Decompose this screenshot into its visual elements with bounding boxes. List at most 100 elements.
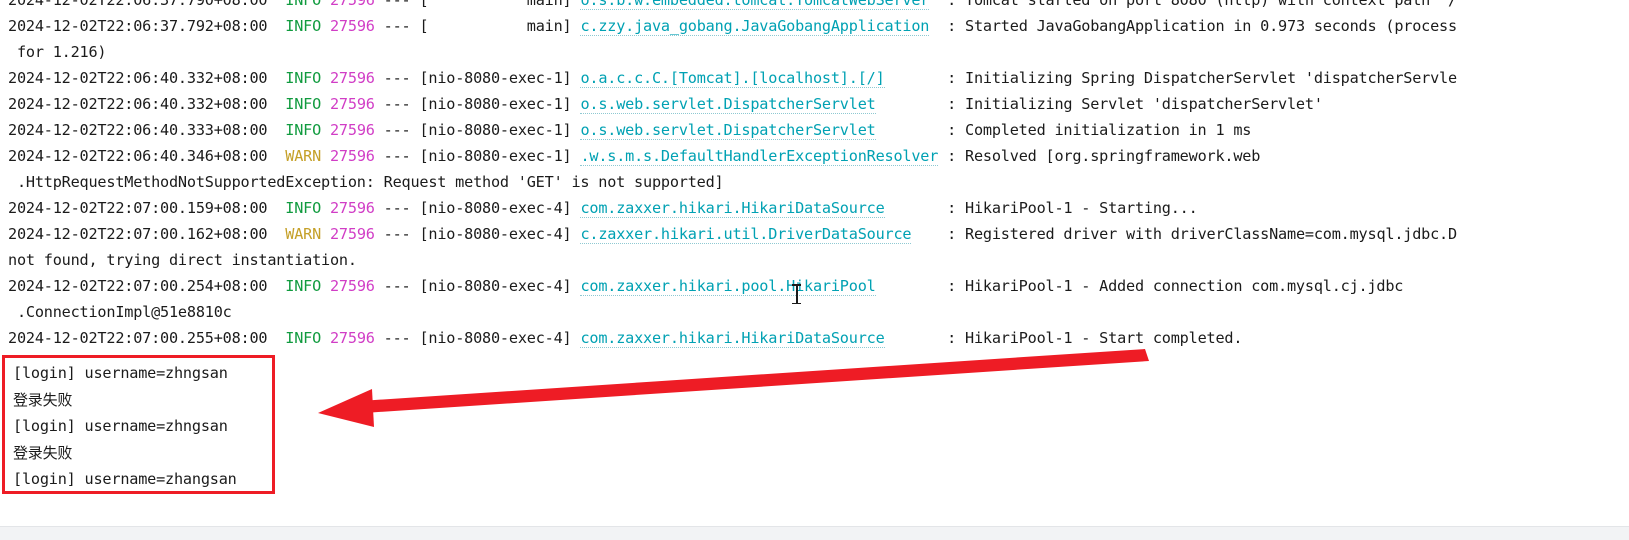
- log-logger-name: o.s.web.servlet.DispatcherServlet: [580, 121, 876, 140]
- log-message: .HttpRequestMethodNotSupportedException:…: [8, 173, 724, 191]
- log-message: HikariPool-1 - Added connection com.mysq…: [965, 277, 1404, 295]
- log-colon-separator: :: [929, 0, 966, 9]
- log-level: INFO: [285, 121, 330, 139]
- log-pid: 27596: [329, 69, 384, 87]
- log-message: Registered driver with driverClassName=c…: [965, 225, 1457, 243]
- log-message: .ConnectionImpl@51e8810c: [8, 303, 232, 321]
- log-colon-separator: :: [884, 329, 966, 347]
- log-thread: [nio-8080-exec-4]: [419, 225, 581, 243]
- login-output-line: [login] username=zhngsan: [13, 364, 228, 382]
- log-line-continuation: not found, trying direct instantiation.: [0, 247, 1629, 273]
- log-level: INFO: [285, 95, 330, 113]
- log-line: 2024-12-02T22:07:00.162+08:00 WARN 27596…: [0, 221, 1629, 247]
- log-thread: [nio-8080-exec-4]: [419, 199, 581, 217]
- log-message: not found, trying direct instantiation.: [8, 251, 357, 269]
- log-line: 2024-12-02T22:07:00.254+08:00 INFO 27596…: [0, 273, 1629, 299]
- log-pid: 27596: [329, 199, 384, 217]
- log-level: WARN: [285, 225, 330, 243]
- log-level: INFO: [285, 0, 330, 9]
- log-pid: 27596: [329, 0, 384, 9]
- log-logger-name: c.zzy.java_gobang.JavaGobangApplication: [580, 17, 930, 36]
- log-logger-name: o.a.c.c.C.[Tomcat].[localhost].[/]: [580, 69, 885, 88]
- log-line-continuation: .ConnectionImpl@51e8810c: [0, 299, 1629, 325]
- log-logger-name: com.zaxxer.hikari.HikariDataSource: [580, 329, 885, 348]
- log-line-continuation: .HttpRequestMethodNotSupportedException:…: [0, 169, 1629, 195]
- log-logger-name: o.s.b.w.embedded.tomcat.TomcatWebServer: [580, 0, 929, 10]
- log-thread: [nio-8080-exec-4]: [419, 329, 581, 347]
- log-pid: 27596: [329, 225, 384, 243]
- log-level: WARN: [285, 147, 330, 165]
- log-message: Initializing Servlet 'dispatcherServlet': [965, 95, 1323, 113]
- log-message: HikariPool-1 - Starting...: [965, 199, 1198, 217]
- log-separator-dashes: ---: [383, 199, 420, 217]
- log-thread: [nio-8080-exec-1]: [419, 95, 581, 113]
- log-thread: [ main]: [419, 17, 581, 35]
- log-logger-name: .w.s.m.s.DefaultHandlerExceptionResolver: [580, 147, 939, 166]
- log-colon-separator: :: [875, 277, 966, 295]
- log-line: 2024-12-02T22:06:40.346+08:00 WARN 27596…: [0, 143, 1629, 169]
- log-line: 2024-12-02T22:06:37.790+08:00 INFO 27596…: [0, 0, 1629, 13]
- log-message: Resolved [org.springframework.web: [965, 147, 1261, 165]
- log-separator-dashes: ---: [383, 69, 420, 87]
- log-logger-name: com.zaxxer.hikari.HikariDataSource: [580, 199, 885, 218]
- log-timestamp: 2024-12-02T22:06:37.792+08:00: [8, 17, 286, 35]
- log-thread: [nio-8080-exec-1]: [419, 69, 581, 87]
- log-pid: 27596: [329, 277, 384, 295]
- log-message: Completed initialization in 1 ms: [965, 121, 1252, 139]
- log-timestamp: 2024-12-02T22:06:40.346+08:00: [8, 147, 286, 165]
- log-separator-dashes: ---: [383, 147, 420, 165]
- log-lines-container: 2024-12-02T22:06:37.790+08:00 INFO 27596…: [0, 0, 1629, 351]
- log-separator-dashes: ---: [383, 0, 420, 9]
- log-timestamp: 2024-12-02T22:06:40.332+08:00: [8, 95, 286, 113]
- login-output-line: [login] username=zhngsan: [13, 417, 228, 435]
- log-timestamp: 2024-12-02T22:06:37.790+08:00: [8, 0, 286, 9]
- log-timestamp: 2024-12-02T22:07:00.159+08:00: [8, 199, 286, 217]
- log-colon-separator: :: [884, 69, 966, 87]
- log-message: Started JavaGobangApplication in 0.973 s…: [965, 17, 1457, 35]
- login-output-line: 登录失败: [13, 390, 73, 409]
- window-bottom-strip: [0, 526, 1629, 540]
- log-level: INFO: [285, 69, 330, 87]
- log-level: INFO: [285, 277, 330, 295]
- log-separator-dashes: ---: [383, 329, 420, 347]
- log-pid: 27596: [329, 329, 384, 347]
- log-pid: 27596: [329, 95, 384, 113]
- log-logger-name: o.s.web.servlet.DispatcherServlet: [580, 95, 876, 114]
- log-pid: 27596: [329, 17, 384, 35]
- log-line: 2024-12-02T22:06:40.333+08:00 INFO 27596…: [0, 117, 1629, 143]
- log-message: HikariPool-1 - Start completed.: [965, 329, 1243, 347]
- log-separator-dashes: ---: [383, 121, 420, 139]
- log-colon-separator: :: [875, 95, 966, 113]
- log-timestamp: 2024-12-02T22:07:00.255+08:00: [8, 329, 286, 347]
- log-separator-dashes: ---: [383, 225, 420, 243]
- log-colon-separator: :: [929, 17, 966, 35]
- log-line-continuation: for 1.216): [0, 39, 1629, 65]
- log-line: 2024-12-02T22:06:37.792+08:00 INFO 27596…: [0, 13, 1629, 39]
- log-thread: [nio-8080-exec-4]: [419, 277, 581, 295]
- login-output-line: 登录失败: [13, 443, 73, 462]
- login-output-lines: [login] username=zhngsan 登录失败 [login] user…: [13, 360, 237, 493]
- log-timestamp: 2024-12-02T22:07:00.254+08:00: [8, 277, 286, 295]
- log-colon-separator: :: [884, 199, 966, 217]
- login-output-highlight-box: [login] username=zhngsan 登录失败 [login] user…: [2, 355, 275, 494]
- log-separator-dashes: ---: [383, 95, 420, 113]
- log-colon-separator: :: [875, 121, 966, 139]
- log-line: 2024-12-02T22:07:00.255+08:00 INFO 27596…: [0, 325, 1629, 351]
- log-timestamp: 2024-12-02T22:06:40.332+08:00: [8, 69, 286, 87]
- console-output-panel[interactable]: 2024-12-02T22:06:37.790+08:00 INFO 27596…: [0, 0, 1629, 540]
- log-line: 2024-12-02T22:06:40.332+08:00 INFO 27596…: [0, 91, 1629, 117]
- log-message: Tomcat started on port 8080 (http) with …: [965, 0, 1466, 9]
- log-logger-name: c.zaxxer.hikari.util.DriverDataSource: [580, 225, 912, 244]
- log-timestamp: 2024-12-02T22:06:40.333+08:00: [8, 121, 286, 139]
- log-pid: 27596: [329, 121, 384, 139]
- log-line: 2024-12-02T22:07:00.159+08:00 INFO 27596…: [0, 195, 1629, 221]
- log-line: 2024-12-02T22:06:40.332+08:00 INFO 27596…: [0, 65, 1629, 91]
- log-message: Initializing Spring DispatcherServlet 'd…: [965, 69, 1457, 87]
- log-level: INFO: [285, 329, 330, 347]
- log-colon-separator: :: [938, 147, 966, 165]
- log-separator-dashes: ---: [383, 17, 420, 35]
- login-output-line: [login] username=zhangsan: [13, 470, 237, 488]
- log-colon-separator: :: [911, 225, 966, 243]
- log-thread: [ main]: [419, 0, 581, 9]
- log-level: INFO: [285, 199, 330, 217]
